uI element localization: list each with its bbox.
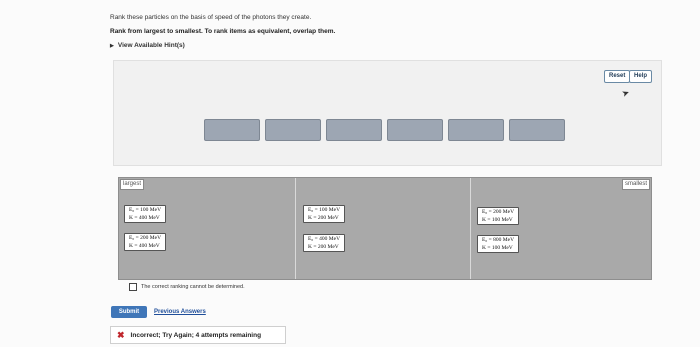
view-hints-label: View Available Hint(s)	[117, 42, 185, 49]
drag-source-panel	[113, 60, 662, 166]
submit-button[interactable]: Submit	[111, 306, 147, 318]
feedback-text: Incorrect; Try Again; 4 attempts remaini…	[130, 331, 262, 339]
instruction-text-bold: Rank from largest to smallest. To rank i…	[110, 28, 336, 35]
empty-slot[interactable]	[448, 119, 504, 141]
help-button[interactable]: Help	[629, 70, 653, 83]
particle-tile[interactable]: E₀ = 400 MeV K = 200 MeV	[303, 234, 346, 252]
largest-label: largest	[120, 179, 145, 190]
previous-answers-link[interactable]: Previous Answers	[154, 309, 206, 315]
empty-slot[interactable]	[265, 119, 321, 141]
x-mark-icon: ✖	[117, 329, 125, 340]
particle-tile[interactable]: E₀ = 800 MeV K = 100 MeV	[477, 235, 520, 253]
cannot-determine-option[interactable]: The correct ranking cannot be determined…	[129, 283, 245, 291]
view-hints-link[interactable]: ▶ View Available Hint(s)	[110, 42, 185, 49]
particle-tile[interactable]: E₀ = 200 MeV K = 100 MeV	[477, 207, 520, 225]
checkbox-label: The correct ranking cannot be determined…	[141, 284, 245, 290]
checkbox[interactable]	[129, 283, 137, 291]
rank-column-2[interactable]: E₀ = 100 MeV K = 200 MeV E₀ = 400 MeV K …	[295, 178, 470, 279]
particle-tile[interactable]: E₀ = 100 MeV K = 400 MeV	[124, 205, 167, 223]
empty-slot[interactable]	[326, 119, 382, 141]
rank-column-1[interactable]: largest E₀ = 100 MeV K = 400 MeV E₀ = 20…	[119, 178, 295, 279]
feedback-box: ✖ Incorrect; Try Again; 4 attempts remai…	[110, 326, 286, 344]
empty-slot[interactable]	[509, 119, 565, 141]
reset-button[interactable]: Reset	[604, 70, 631, 83]
particle-tile[interactable]: E₀ = 100 MeV K = 200 MeV	[303, 205, 346, 223]
empty-slot[interactable]	[387, 119, 443, 141]
instruction-text: Rank these particles on the basis of spe…	[110, 14, 312, 21]
smallest-label: smallest	[621, 179, 650, 190]
caret-right-icon: ▶	[110, 43, 114, 49]
empty-slot[interactable]	[204, 119, 260, 141]
particle-tile[interactable]: E₀ = 200 MeV K = 400 MeV	[124, 233, 167, 251]
ranking-area[interactable]: largest E₀ = 100 MeV K = 400 MeV E₀ = 20…	[118, 177, 652, 280]
rank-column-3[interactable]: smallest E₀ = 200 MeV K = 100 MeV E₀ = 8…	[470, 178, 651, 279]
